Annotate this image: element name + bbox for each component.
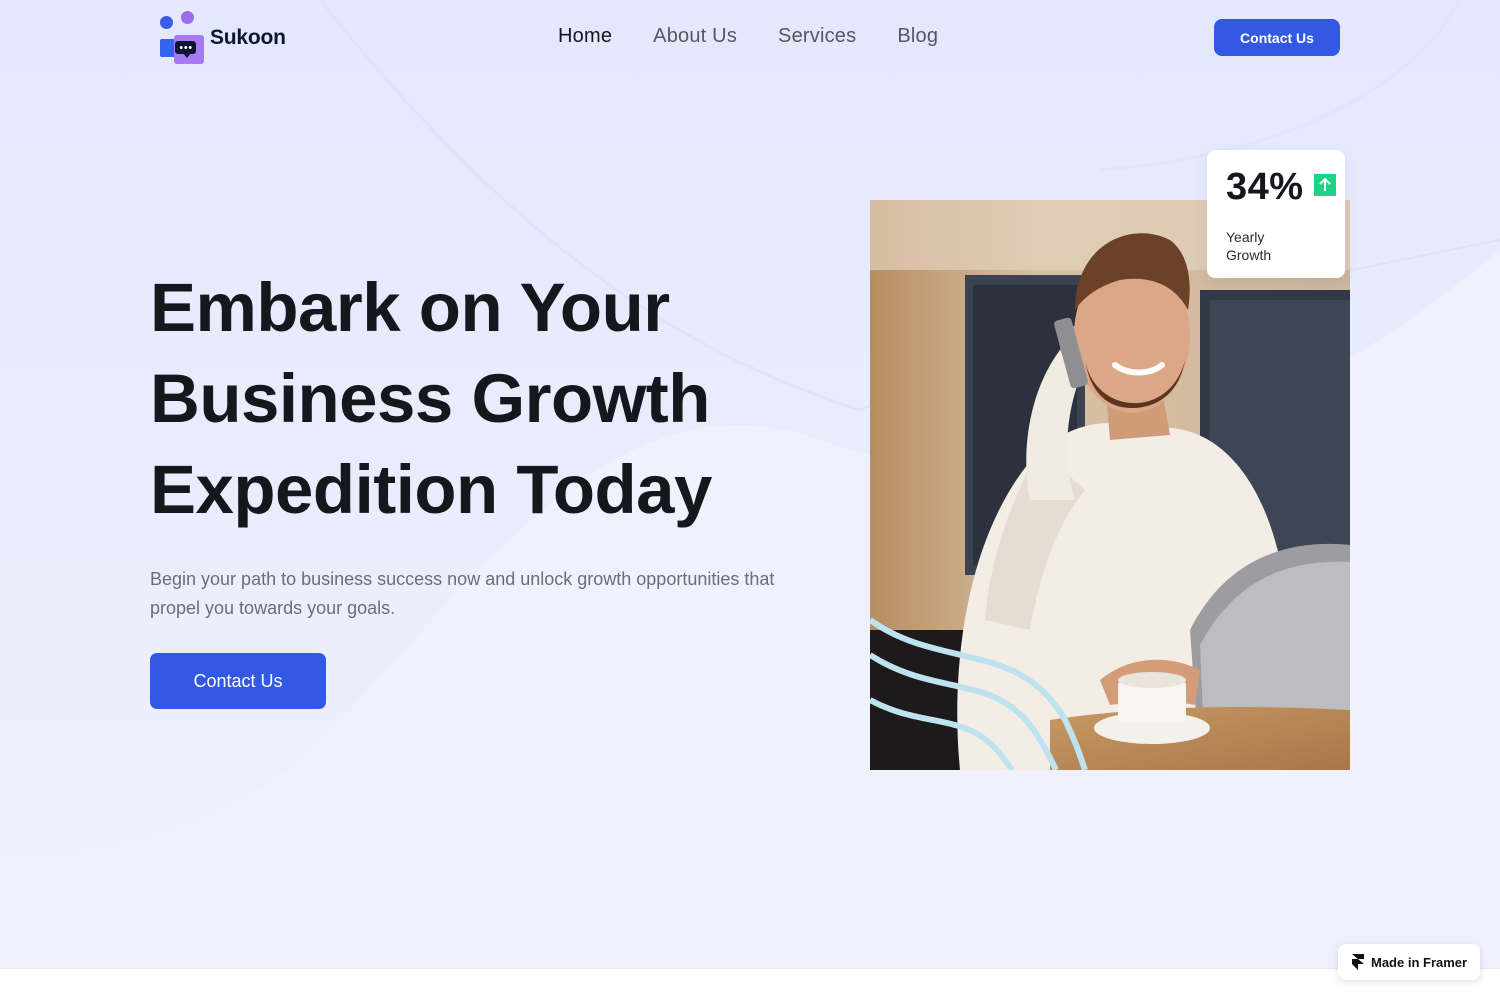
hero-subtitle: Begin your path to business success now … <box>150 569 775 618</box>
growth-label: Yearly Growth <box>1226 229 1272 263</box>
hero-title: Embark on Your Business Growth Expeditio… <box>150 262 712 535</box>
nav-item-home[interactable]: Home <box>558 25 612 48</box>
growth-value: 34% <box>1226 166 1304 208</box>
made-in-framer-badge[interactable]: Made in Framer <box>1338 944 1480 980</box>
header-contact-button[interactable]: Contact Us <box>1214 19 1340 56</box>
hero-photo <box>870 200 1350 770</box>
hero-contact-button[interactable]: Contact Us <box>150 653 326 709</box>
growth-stat-card: 34% Yearly Growth <box>1207 150 1345 278</box>
logo-icon <box>158 10 206 66</box>
brand-name: Sukoon <box>210 26 286 49</box>
hero-title-line-2: Business Growth <box>150 360 710 437</box>
badge-label: Made in Framer <box>1371 954 1468 970</box>
hero-title-line-3: Expedition Today <box>150 451 712 528</box>
framer-icon <box>1352 954 1364 970</box>
hero-title-line-1: Embark on Your <box>150 269 670 346</box>
main-nav: Home About Us Services Blog <box>558 25 979 48</box>
brand-logo[interactable]: Sukoon <box>158 10 286 66</box>
footer-strip <box>0 968 1500 1001</box>
arrow-up-icon <box>1314 174 1336 196</box>
nav-item-services[interactable]: Services <box>778 25 856 48</box>
nav-item-about-us[interactable]: About Us <box>653 25 737 48</box>
nav-item-blog[interactable]: Blog <box>897 25 938 48</box>
